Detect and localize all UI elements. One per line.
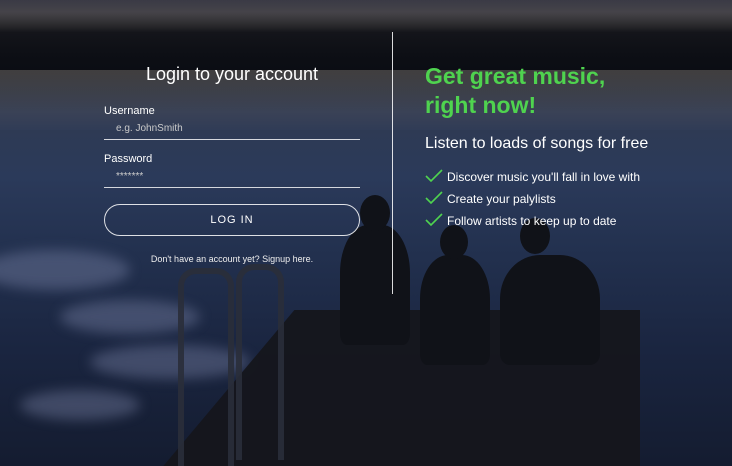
promo-panel: Get great music, right now! Listen to lo… [425,62,655,236]
username-input[interactable] [104,121,360,140]
vertical-divider [392,32,393,294]
promo-headline-line2: right now! [425,92,537,118]
checkmark-icon [425,213,443,227]
login-panel: Login to your account Username Password … [104,60,360,264]
feature-text: Create your palylists [447,192,556,206]
feature-text: Follow artists to keep up to date [447,214,617,228]
feature-list: Discover music you'll fall in love with … [425,169,655,228]
password-input[interactable] [104,169,360,188]
checkmark-icon [425,191,443,205]
cloud-reflection [20,390,140,420]
dock-ladder [236,264,284,460]
login-button[interactable]: LOG IN [104,204,360,236]
signup-link[interactable]: Don't have an account yet? Signup here. [104,254,360,264]
promo-headline-line1: Get great music, [425,63,606,89]
silhouette-head [360,195,390,231]
feature-item: Discover music you'll fall in love with [425,169,655,184]
silhouette-person [420,255,490,365]
feature-text: Discover music you'll fall in love with [447,170,641,184]
checkmark-icon [425,169,443,183]
password-field-group: Password [104,153,360,188]
background-photo: Login to your account Username Password … [0,0,732,466]
feature-item: Create your palylists [425,191,655,206]
dock-ladder [178,268,234,466]
username-label: Username [104,105,155,117]
username-field-group: Username [104,105,360,140]
promo-subtitle: Listen to loads of songs for free [425,135,649,152]
login-title: Login to your account [145,64,319,84]
promo-headline: Get great music, right now! [425,62,655,120]
feature-item: Follow artists to keep up to date [425,213,655,228]
password-label: Password [104,153,153,165]
silhouette-person [500,255,600,365]
